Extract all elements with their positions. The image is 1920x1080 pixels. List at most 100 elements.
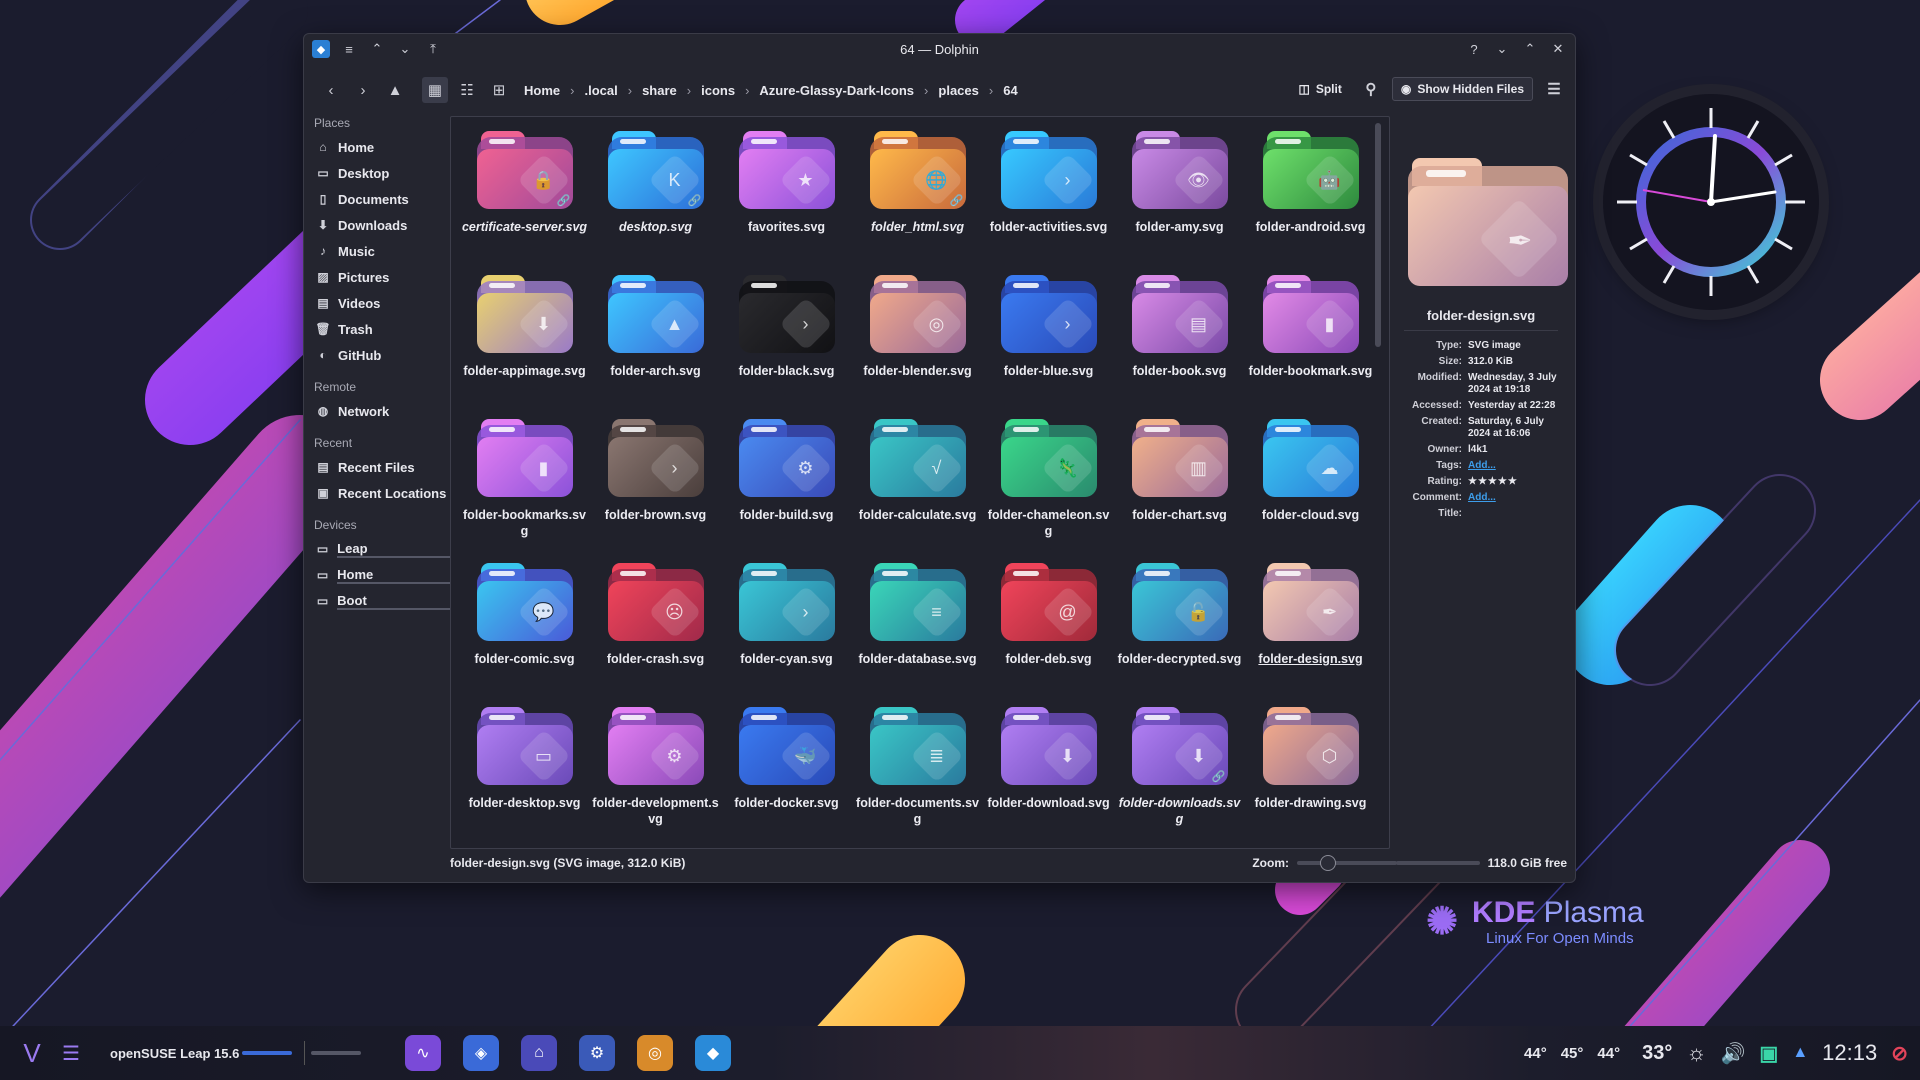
file-item[interactable]: › folder-activities.svg [983, 131, 1114, 275]
file-item[interactable]: 🌐 🔗 folder_html.svg [852, 131, 983, 275]
back-icon[interactable]: ‹ [318, 77, 344, 103]
split-button[interactable]: ◫ Split [1290, 78, 1349, 100]
file-item[interactable]: ☁ folder-cloud.svg [1245, 419, 1376, 563]
file-item[interactable]: @ folder-deb.svg [983, 563, 1114, 707]
tray-expand-icon[interactable]: ▲ [1792, 1044, 1808, 1062]
volume-icon[interactable]: 🔊 [1721, 1041, 1746, 1066]
sidebar-device-boot[interactable]: ▭ Boot [310, 588, 450, 614]
file-item[interactable]: 🔒 🔗 certificate-server.svg [459, 131, 590, 275]
file-item[interactable]: ⬇ 🔗 folder-downloads.svg [1114, 707, 1245, 848]
sun-icon[interactable]: ☼ [1686, 1040, 1706, 1066]
pager-icon[interactable]: ☰ [56, 1041, 86, 1066]
sidebar-item-desktop[interactable]: ▭ Desktop [310, 160, 450, 186]
breadcrumb-separator-icon[interactable]: › [989, 83, 993, 98]
file-item[interactable]: 🔓 folder-decrypted.svg [1114, 563, 1245, 707]
analog-clock-widget[interactable] [1603, 94, 1819, 310]
breadcrumb-current[interactable]: 64 [1003, 83, 1017, 98]
sidebar-item-github[interactable]: ◐ GitHub [310, 342, 450, 368]
file-item[interactable]: ⬇ folder-download.svg [983, 707, 1114, 848]
breadcrumb-places[interactable]: places [938, 83, 978, 98]
sidebar-item-pictures[interactable]: ▨ Pictures [310, 264, 450, 290]
file-item[interactable]: ▭ folder-desktop.svg [459, 707, 590, 848]
property-value[interactable]: Add... [1468, 492, 1566, 504]
sidebar-device-leap[interactable]: ▭ Leap [310, 536, 450, 562]
zoom-slider[interactable] [1297, 855, 1397, 871]
sidebar-item-videos[interactable]: ▤ Videos [310, 290, 450, 316]
file-item[interactable]: ≡ folder-database.svg [852, 563, 983, 707]
file-item[interactable]: › folder-brown.svg [590, 419, 721, 563]
sidebar-item-documents[interactable]: ▯ Documents [310, 186, 450, 212]
notifications-icon[interactable]: ⊘ [1891, 1041, 1908, 1066]
help-icon[interactable]: ? [1465, 40, 1483, 58]
file-item[interactable]: ⬡ folder-drawing.svg [1245, 707, 1376, 848]
file-item[interactable]: ▤ folder-book.svg [1114, 275, 1245, 419]
sidebar-item-recent-locations[interactable]: ▣ Recent Locations [310, 480, 450, 506]
sidebar-item-network[interactable]: ◍ Network [310, 398, 450, 424]
file-item[interactable]: ⬇ folder-appimage.svg [459, 275, 590, 419]
file-item[interactable]: 🦎 folder-chameleon.svg [983, 419, 1114, 563]
breadcrumb-share[interactable]: share [642, 83, 677, 98]
file-item[interactable]: ⚙ folder-build.svg [721, 419, 852, 563]
file-item[interactable]: ✒ folder-design.svg [1245, 563, 1376, 707]
compact-view-icon[interactable]: ☷ [454, 77, 480, 103]
file-item[interactable]: ▮ folder-bookmarks.svg [459, 419, 590, 563]
sidebar-item-trash[interactable]: 🗑 Trash [310, 316, 450, 342]
breadcrumb-home[interactable]: Home [524, 83, 560, 98]
hamburger-menu-icon[interactable]: ☰ [1541, 76, 1567, 102]
breadcrumb-separator-icon[interactable]: › [687, 83, 691, 98]
system-monitor-icon[interactable]: ∿ [405, 1035, 441, 1071]
breadcrumb-separator-icon[interactable]: › [570, 83, 574, 98]
file-item[interactable]: ≣ folder-documents.svg [852, 707, 983, 848]
file-item[interactable]: √ folder-calculate.svg [852, 419, 983, 563]
property-value[interactable]: Add... [1468, 460, 1566, 472]
maximize-icon[interactable]: ⌃ [1521, 40, 1539, 58]
file-item[interactable]: ▮ folder-bookmark.svg [1245, 275, 1376, 419]
icons-view-icon[interactable]: ▦ [422, 77, 448, 103]
clock-time[interactable]: 12:13 [1822, 1040, 1877, 1066]
file-item[interactable]: 👁 folder-amy.svg [1114, 131, 1245, 275]
file-item[interactable]: 💬 folder-comic.svg [459, 563, 590, 707]
scrollbar[interactable] [1375, 123, 1381, 347]
file-item[interactable]: 🤖 folder-android.svg [1245, 131, 1376, 275]
show-hidden-files-button[interactable]: ◉ Show Hidden Files [1391, 77, 1533, 101]
file-item[interactable]: › folder-blue.svg [983, 275, 1114, 419]
sidebar-item-recent-files[interactable]: ▤ Recent Files [310, 454, 450, 480]
file-item[interactable]: › folder-cyan.svg [721, 563, 852, 707]
sidebar-item-music[interactable]: ♪ Music [310, 238, 450, 264]
breadcrumb-separator-icon[interactable]: › [745, 83, 749, 98]
search-icon[interactable]: ⚲ [1358, 76, 1384, 102]
zoom-slider-handle[interactable] [1320, 855, 1336, 871]
titlebar[interactable]: ◆ ≡ ⌃ ⌄ ⤒ 64 — Dolphin ? ⌄ ⌃ ✕ [304, 34, 1575, 66]
breadcrumb-separator-icon[interactable]: › [924, 83, 928, 98]
temp-1[interactable]: 44° [1524, 1045, 1547, 1062]
discover-icon[interactable]: ◈ [463, 1035, 499, 1071]
breadcrumb-icons[interactable]: icons [701, 83, 735, 98]
application-launcher-icon[interactable]: V [8, 1038, 56, 1069]
sidebar-device-home[interactable]: ▭ Home [310, 562, 450, 588]
breadcrumb-local[interactable]: .local [584, 83, 617, 98]
weather-temperature[interactable]: 33° [1642, 1042, 1672, 1065]
settings-icon[interactable]: ⚙ [579, 1035, 615, 1071]
minimize-icon[interactable]: ⌄ [1493, 40, 1511, 58]
firefox-icon[interactable]: ◎ [637, 1035, 673, 1071]
file-item[interactable]: ★ favorites.svg [721, 131, 852, 275]
file-item[interactable]: K 🔗 desktop.svg [590, 131, 721, 275]
sidebar-item-downloads[interactable]: ⬇ Downloads [310, 212, 450, 238]
file-item[interactable]: ▲ folder-arch.svg [590, 275, 721, 419]
file-item[interactable]: ◎ folder-blender.svg [852, 275, 983, 419]
temp-2[interactable]: 45° [1561, 1045, 1584, 1062]
sidebar-item-home[interactable]: ⌂ Home [310, 134, 450, 160]
dolphin-icon[interactable]: ◆ [695, 1035, 731, 1071]
forward-icon[interactable]: › [350, 77, 376, 103]
file-item[interactable]: ☹ folder-crash.svg [590, 563, 721, 707]
shop-icon[interactable]: ⌂ [521, 1035, 557, 1071]
desktop-pager-1[interactable] [242, 1051, 292, 1055]
file-item[interactable]: 🐳 folder-docker.svg [721, 707, 852, 848]
close-icon[interactable]: ✕ [1549, 40, 1567, 58]
desktop-pager-2[interactable] [311, 1051, 361, 1055]
file-item[interactable]: ▥ folder-chart.svg [1114, 419, 1245, 563]
activity-label[interactable]: openSUSE Leap 15.6 [110, 1046, 242, 1061]
file-item[interactable]: ⚙ folder-development.svg [590, 707, 721, 848]
details-view-icon[interactable]: ⊞ [486, 77, 512, 103]
up-icon[interactable]: ▲ [382, 77, 408, 103]
